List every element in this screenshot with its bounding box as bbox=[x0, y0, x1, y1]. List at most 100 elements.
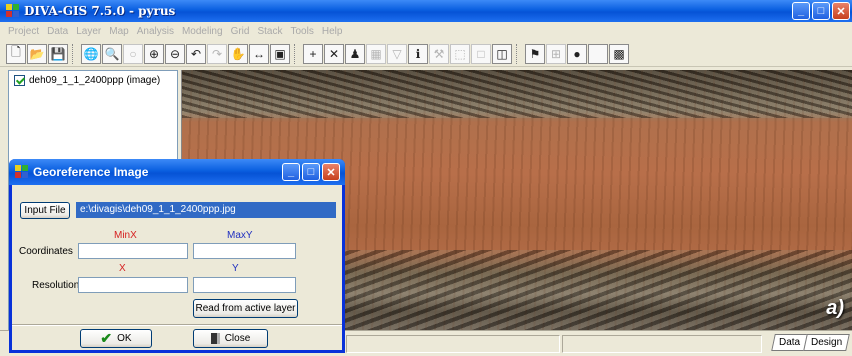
close-dialog-button[interactable]: Close bbox=[193, 329, 268, 348]
maximize-button[interactable]: □ bbox=[812, 2, 830, 20]
properties-button[interactable]: ♟ bbox=[345, 43, 365, 64]
zoom-globe-icon: 🔍 bbox=[104, 46, 120, 61]
x-resolution-input[interactable] bbox=[78, 277, 188, 293]
dialog-body: Input File e:\divagis\deh09_1_1_2400ppp.… bbox=[12, 185, 342, 350]
record-button[interactable]: ● bbox=[567, 43, 587, 64]
select-button[interactable]: ⬚ bbox=[450, 43, 470, 64]
dialog-minimize-button[interactable]: _ bbox=[282, 163, 300, 181]
checkmark-icon: ✔ bbox=[100, 330, 113, 346]
resolution-label: Resolution bbox=[32, 280, 80, 291]
clear-select-icon: □ bbox=[477, 46, 485, 61]
undo-button[interactable]: ↶ bbox=[186, 43, 206, 64]
exit-door-icon bbox=[210, 333, 220, 344]
ok-button-label: OK bbox=[117, 333, 132, 344]
zoom-layer-button[interactable]: ▣ bbox=[270, 43, 290, 64]
menu-tools[interactable]: Tools bbox=[286, 26, 317, 37]
dialog-maximize-button[interactable]: □ bbox=[302, 163, 320, 181]
zoom-globe-button[interactable]: 🔍 bbox=[102, 43, 122, 64]
dialog-app-icon bbox=[15, 165, 29, 179]
flag-button[interactable]: ⚑ bbox=[525, 43, 545, 64]
figure-label: a) bbox=[826, 297, 844, 319]
zoom-in-icon: ⊕ bbox=[148, 46, 160, 61]
flag-icon: ⚑ bbox=[529, 46, 541, 61]
new-button[interactable]: 🗋 bbox=[6, 43, 26, 64]
globe-button[interactable]: 🌐 bbox=[81, 43, 101, 64]
pan-button[interactable]: ✋ bbox=[228, 43, 248, 64]
blank-button[interactable] bbox=[588, 43, 608, 64]
remove-layer-icon: ✕ bbox=[328, 46, 340, 61]
toolbar: 🗋 📂 💾 🌐 🔍 ○ ⊕ ⊖ ↶ ↷ ✋ ↔ ▣ + ✕ ♟ ▦ ▽ ℹ ⚒ ⬚ □ ◫ ⚑ ⊞ ● ▩ bbox=[0, 41, 852, 67]
menu-stack[interactable]: Stack bbox=[253, 26, 286, 37]
x-label: X bbox=[119, 263, 126, 274]
maxy-label: MaxY bbox=[227, 230, 253, 241]
minx-input[interactable] bbox=[78, 243, 188, 259]
toolbar-separator bbox=[72, 43, 78, 64]
full-extent-icon: ↔ bbox=[253, 46, 265, 61]
tools-icon: ⚒ bbox=[433, 46, 445, 61]
table-button[interactable]: ▦ bbox=[366, 43, 386, 64]
zoom-out-button[interactable]: ⊖ bbox=[165, 43, 185, 64]
pointer-button[interactable]: ○ bbox=[123, 43, 143, 64]
zoom-layer-icon: ▣ bbox=[274, 46, 286, 61]
menu-data[interactable]: Data bbox=[43, 26, 72, 37]
menu-help[interactable]: Help bbox=[318, 26, 347, 37]
map-button[interactable]: ▩ bbox=[609, 43, 629, 64]
maxy-input[interactable] bbox=[193, 243, 296, 259]
diva-gis-app-icon bbox=[6, 4, 20, 18]
coordinates-label: Coordinates bbox=[19, 246, 73, 257]
new-icon: 🗋 bbox=[11, 45, 21, 59]
close-dialog-button-label: Close bbox=[224, 333, 251, 344]
redo-icon: ↷ bbox=[211, 46, 223, 61]
dialog-title: Georeference Image bbox=[33, 165, 149, 179]
minimize-button[interactable]: _ bbox=[792, 2, 810, 20]
menu-layer[interactable]: Layer bbox=[72, 26, 105, 37]
status-cell bbox=[562, 335, 762, 353]
dialog-divider bbox=[12, 324, 342, 326]
status-cell bbox=[346, 335, 560, 353]
redo-button[interactable]: ↷ bbox=[207, 43, 227, 64]
y-resolution-input[interactable] bbox=[193, 277, 296, 293]
globe-icon: 🌐 bbox=[83, 46, 99, 61]
dialog-close-button[interactable]: ✕ bbox=[322, 163, 340, 181]
info-button[interactable]: ℹ bbox=[408, 43, 428, 64]
remove-layer-button[interactable]: ✕ bbox=[324, 43, 344, 64]
menu-map[interactable]: Map bbox=[105, 26, 132, 37]
title-bar: DIVA-GIS 7.5.0 - pyrus _ □ ✕ bbox=[0, 0, 852, 22]
full-extent-button[interactable]: ↔ bbox=[249, 43, 269, 64]
layer-name: deh09_1_1_2400ppp (image) bbox=[29, 75, 161, 86]
tab-design[interactable]: Design bbox=[803, 334, 850, 351]
open-button[interactable]: 📂 bbox=[27, 43, 47, 64]
tab-data[interactable]: Data bbox=[770, 334, 808, 351]
toolbar-separator bbox=[516, 43, 522, 64]
filter-button[interactable]: ▽ bbox=[387, 43, 407, 64]
close-button[interactable]: ✕ bbox=[832, 2, 850, 20]
add-layer-button[interactable]: + bbox=[303, 43, 323, 64]
menu-analysis[interactable]: Analysis bbox=[133, 26, 178, 37]
input-file-button[interactable]: Input File bbox=[20, 202, 70, 219]
filter-icon: ▽ bbox=[392, 46, 402, 61]
menu-modeling[interactable]: Modeling bbox=[178, 26, 227, 37]
tools-button[interactable]: ⚒ bbox=[429, 43, 449, 64]
input-file-field[interactable]: e:\divagis\deh09_1_1_2400ppp.jpg bbox=[76, 202, 336, 218]
wood-bark-top bbox=[182, 70, 852, 118]
layer-select-button[interactable]: ◫ bbox=[492, 43, 512, 64]
menu-bar: Project Data Layer Map Analysis Modeling… bbox=[0, 22, 852, 41]
add-layer-icon: + bbox=[309, 46, 317, 61]
table-icon: ▦ bbox=[370, 46, 382, 61]
grid-button[interactable]: ⊞ bbox=[546, 43, 566, 64]
tab-design-label: Design bbox=[810, 337, 842, 348]
read-from-active-layer-button[interactable]: Read from active layer bbox=[193, 299, 298, 318]
layer-item[interactable]: deh09_1_1_2400ppp (image) bbox=[9, 71, 177, 90]
layer-visibility-checkbox[interactable] bbox=[14, 75, 25, 86]
zoom-in-button[interactable]: ⊕ bbox=[144, 43, 164, 64]
save-button[interactable]: 💾 bbox=[48, 43, 68, 64]
ok-button[interactable]: ✔ OK bbox=[80, 329, 152, 348]
minx-label: MinX bbox=[114, 230, 137, 241]
menu-grid[interactable]: Grid bbox=[227, 26, 254, 37]
zoom-out-icon: ⊖ bbox=[169, 46, 181, 61]
window-title: DIVA-GIS 7.5.0 - pyrus bbox=[24, 4, 176, 18]
open-icon: 📂 bbox=[29, 46, 45, 61]
pan-icon: ✋ bbox=[230, 46, 246, 61]
menu-project[interactable]: Project bbox=[4, 26, 43, 37]
clear-select-button[interactable]: □ bbox=[471, 43, 491, 64]
